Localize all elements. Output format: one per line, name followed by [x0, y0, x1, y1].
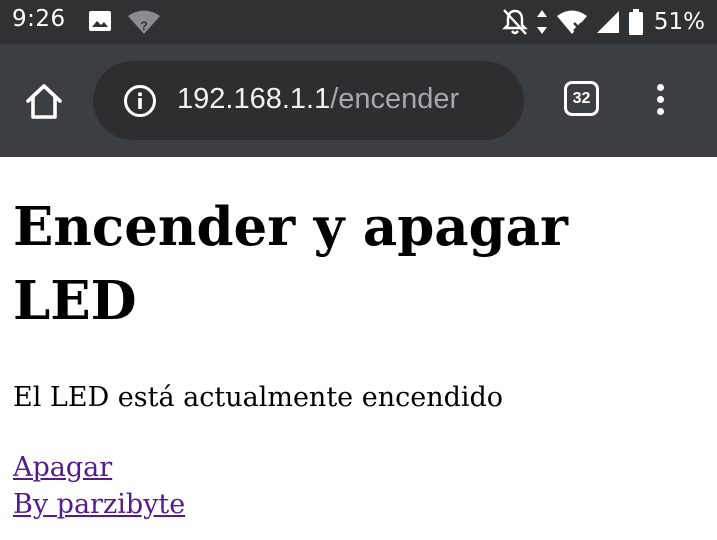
page-content: Encender y apagar LED El LED está actual… [13, 190, 703, 523]
cell-signal-icon [596, 11, 619, 33]
status-icons-right: 51% [501, 6, 705, 38]
data-arrows-icon [536, 10, 547, 34]
status-bar: 9:26 ? 51% [0, 0, 717, 44]
led-status-text: El LED está actualmente encendido [13, 382, 504, 413]
battery-icon [628, 9, 643, 35]
battery-percent: 51% [653, 9, 705, 35]
tab-count: 32 [572, 90, 591, 107]
more-vert-icon[interactable] [652, 84, 668, 120]
page-links: Apagar By parzibyte [13, 449, 703, 523]
info-icon[interactable] [123, 84, 157, 118]
wifi-question-icon: ? [128, 10, 160, 34]
page-title: Encender y apagar LED [13, 196, 568, 332]
author-link[interactable]: By parzibyte [13, 486, 185, 523]
url-text[interactable]: 192.168.1.1/encender [177, 83, 459, 116]
browser-toolbar: 192.168.1.1/encender 32 [0, 44, 717, 157]
status-time: 9:26 [12, 6, 66, 32]
svg-text:?: ? [140, 19, 147, 33]
url-host: 192.168.1.1 [177, 83, 331, 115]
url-bar[interactable]: 192.168.1.1/encender [93, 61, 524, 140]
apagar-link[interactable]: Apagar [13, 449, 112, 486]
url-path: /encender [330, 83, 460, 115]
notifications-off-icon [501, 9, 528, 35]
wifi-x-icon [556, 10, 587, 34]
image-icon [89, 11, 111, 31]
home-icon[interactable] [22, 80, 66, 124]
tabs-icon[interactable]: 32 [564, 81, 599, 116]
